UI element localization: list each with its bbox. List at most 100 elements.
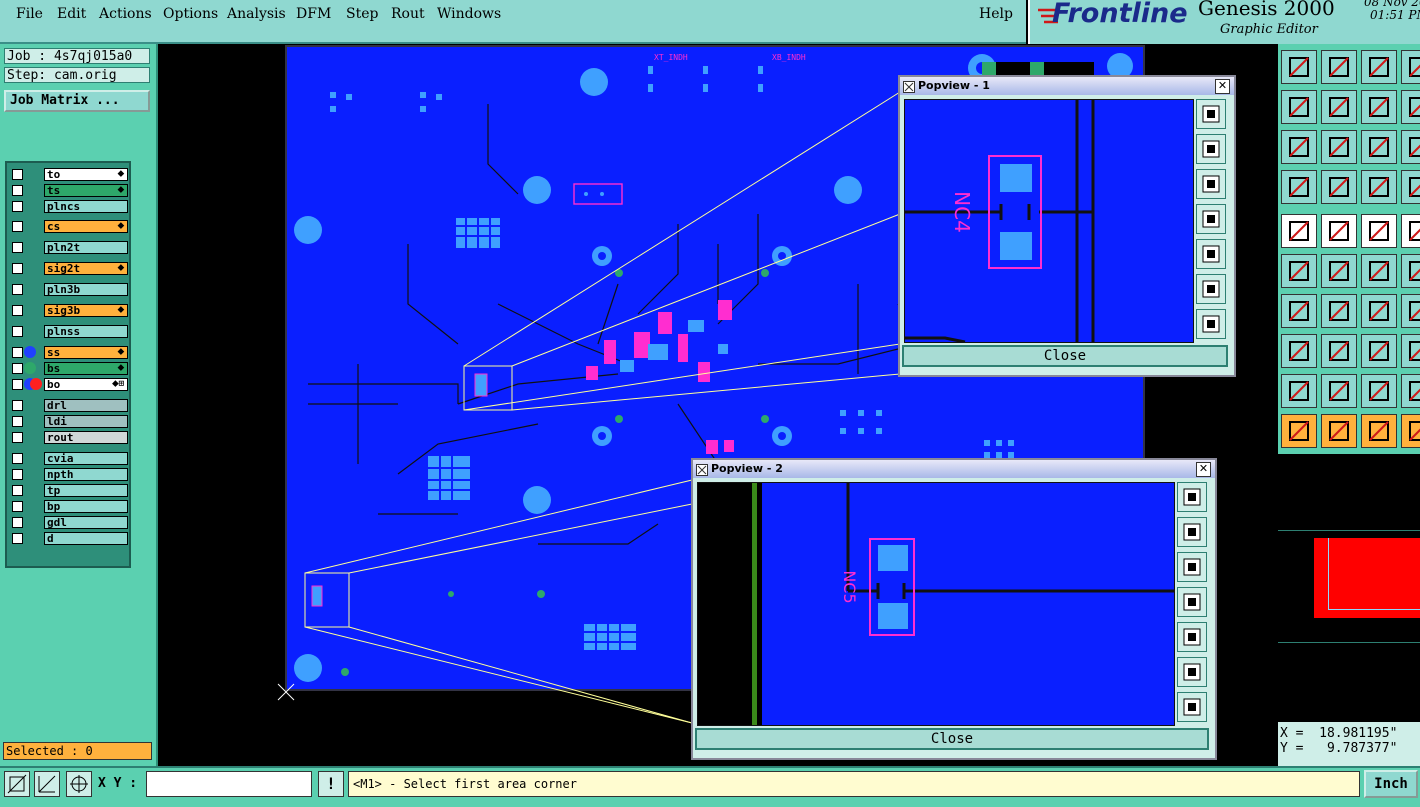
layer-checkbox[interactable] (12, 533, 23, 544)
zoom-in-icon[interactable] (1177, 517, 1207, 547)
layer-row-cvia[interactable]: cvia (10, 452, 128, 465)
layer-row-bs[interactable]: bs ⬥ (10, 362, 128, 375)
pan-right-icon[interactable] (1177, 622, 1207, 652)
layer-name[interactable]: ldi (44, 415, 128, 428)
overview-viewport[interactable] (1328, 538, 1420, 610)
popview-2-viewport[interactable]: NC5 (697, 482, 1175, 726)
layer-name[interactable]: d (44, 532, 128, 545)
pointer-icon[interactable] (1281, 414, 1317, 448)
layer-name[interactable]: sig3b ⬥ (44, 304, 128, 317)
triangle-end-icon[interactable] (1401, 374, 1420, 408)
layer-checkbox[interactable] (12, 416, 23, 427)
layer-checkbox[interactable] (12, 400, 23, 411)
center-icon[interactable] (1321, 130, 1357, 164)
triangle-icon[interactable] (1281, 374, 1317, 408)
units-button[interactable]: Inch (1364, 770, 1418, 798)
layer-row-ts[interactable]: ts ⬥ (10, 184, 128, 197)
layer-checkbox[interactable] (12, 284, 23, 295)
drill-icon[interactable] (1401, 334, 1420, 368)
measure-h-icon[interactable] (1361, 334, 1397, 368)
box-icon[interactable] (1401, 214, 1420, 248)
layer-name[interactable]: plncs (44, 200, 128, 213)
draw-icon[interactable] (1321, 214, 1357, 248)
delete-icon[interactable] (1321, 254, 1357, 288)
menu-actions[interactable]: Actions (99, 6, 152, 22)
pan-icon[interactable] (1196, 309, 1226, 339)
layer-name[interactable]: gdl (44, 516, 128, 529)
pan-icon[interactable] (1177, 692, 1207, 722)
layer-name[interactable]: ts ⬥ (44, 184, 128, 197)
popview-1-close-button[interactable]: Close (902, 345, 1228, 367)
minus-icon[interactable] (1321, 334, 1357, 368)
probe-icon[interactable] (1321, 170, 1357, 204)
layer-name[interactable]: plnss (44, 325, 128, 338)
zoom-in-icon[interactable] (1196, 134, 1226, 164)
move-icon[interactable] (1361, 254, 1397, 288)
menu-help[interactable]: Help (979, 6, 1013, 22)
pointer-more-icon[interactable] (1401, 414, 1420, 448)
menu-step[interactable]: Step (346, 6, 378, 22)
menu-analysis[interactable]: Analysis (227, 6, 286, 22)
layer-row-gdl[interactable]: gdl (10, 516, 128, 529)
layer-checkbox[interactable] (12, 517, 23, 528)
ruler-icon[interactable] (1361, 214, 1397, 248)
layer-checkbox[interactable] (12, 263, 23, 274)
job-matrix-button[interactable]: Job Matrix ... (4, 90, 150, 112)
bracket-icon[interactable] (1401, 294, 1420, 328)
layer-checkbox[interactable] (12, 169, 23, 180)
close-icon[interactable]: ✕ (1215, 79, 1230, 94)
layer-name[interactable]: rout (44, 431, 128, 444)
layer-row-cs[interactable]: cs ⬥ (10, 220, 128, 233)
connect-icon[interactable] (1281, 254, 1317, 288)
layer-name[interactable]: cs ⬥ (44, 220, 128, 233)
triangle-alt-icon[interactable] (1321, 374, 1357, 408)
zoom-home-icon[interactable] (1196, 274, 1226, 304)
help-icon[interactable] (1401, 50, 1420, 84)
layer-checkbox[interactable] (12, 379, 23, 390)
layer-row-rout[interactable]: rout (10, 431, 128, 444)
layer-row-bo[interactable]: bo ⬥⊞ (10, 378, 128, 391)
settings-icon[interactable] (1281, 170, 1317, 204)
select-icon[interactable] (1281, 214, 1317, 248)
layer-row-plnss[interactable]: plnss (10, 325, 128, 338)
layer-name[interactable]: to ⬥ (44, 168, 128, 181)
layer-checkbox[interactable] (12, 347, 23, 358)
zoom-out-icon[interactable] (1177, 552, 1207, 582)
layer-row-ss[interactable]: ss ⬥ (10, 346, 128, 359)
overview-map[interactable] (1278, 454, 1420, 720)
menu-edit[interactable]: Edit (57, 6, 86, 22)
layer-name[interactable]: sig2t ⬥ (44, 262, 128, 275)
layer-color-swatch[interactable] (24, 346, 36, 358)
pan-left-icon[interactable] (1196, 204, 1226, 234)
xy-input[interactable] (146, 771, 312, 797)
layer-checkbox[interactable] (12, 501, 23, 512)
flip-right-icon[interactable] (1321, 90, 1357, 124)
layer-row-sig2t[interactable]: sig2t ⬥ (10, 262, 128, 275)
layer-name[interactable]: bo ⬥⊞ (44, 378, 128, 391)
pan-left-icon[interactable] (1177, 587, 1207, 617)
layer-checkbox[interactable] (12, 485, 23, 496)
layer-row-to[interactable]: to ⬥ (10, 168, 128, 181)
layer-name[interactable]: cvia (44, 452, 128, 465)
layer-checkbox[interactable] (12, 453, 23, 464)
graphic-canvas[interactable]: XT_INDH XB_INDH Popview - 1 ✕ NC4 Close … (158, 44, 1278, 766)
layer-name[interactable]: bp (44, 500, 128, 513)
zoom-fit-icon[interactable] (1196, 99, 1226, 129)
pan-right-icon[interactable] (1196, 239, 1226, 269)
layer-checkbox[interactable] (12, 242, 23, 253)
zoom-home-icon[interactable] (1177, 657, 1207, 687)
zoom-fit-icon[interactable] (1177, 482, 1207, 512)
layer-row-tp[interactable]: tp (10, 484, 128, 497)
layer-name[interactable]: ss ⬥ (44, 346, 128, 359)
layer-checkbox[interactable] (12, 432, 23, 443)
layer-row-d[interactable]: d (10, 532, 128, 545)
layer-checkbox[interactable] (12, 221, 23, 232)
pad-icon[interactable] (1281, 334, 1317, 368)
grid-icon[interactable] (66, 771, 92, 797)
layer-checkbox[interactable] (12, 363, 23, 374)
layer-color-swatch[interactable] (30, 378, 42, 390)
home-icon[interactable] (1361, 50, 1397, 84)
layer-name[interactable]: drl (44, 399, 128, 412)
layer-row-ldi[interactable]: ldi (10, 415, 128, 428)
flip-left-icon[interactable] (1281, 90, 1317, 124)
